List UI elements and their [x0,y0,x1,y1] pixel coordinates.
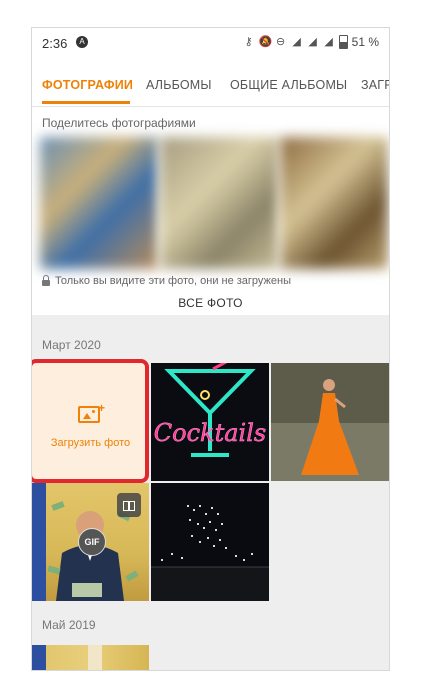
night-city-image [151,483,269,601]
phone-screen: 2:36 A ⚷ 🔕 ⊖ ◢ ◢ ◢ 51 % ФОТОГРАФИИ АЛЬБО… [32,28,389,670]
notification-icon: A [76,36,88,48]
gift-icon[interactable] [117,493,141,517]
dnd-icon: ⊖ [276,36,286,48]
photo-tile[interactable] [271,363,389,481]
photo-tile[interactable] [151,483,269,601]
neon-cocktail-image: Cocktails [154,363,266,457]
all-photos-button[interactable]: ВСЕ ФОТО [32,296,389,310]
status-time: 2:36 [42,36,68,51]
tab-photos[interactable]: ФОТОГРАФИИ [42,78,133,92]
tab-uploads[interactable]: ЗАГР [361,78,389,92]
woman-orange-dress-image [271,363,389,481]
neon-sign-text: Cocktails [154,419,266,447]
battery-percent: 51 % [351,35,379,49]
blurred-photo[interactable] [160,137,278,269]
photo-tile[interactable]: Cocktails [151,363,269,481]
lock-icon [42,274,50,286]
partial-photo-image [32,645,102,670]
device-photos-preview[interactable] [36,137,389,269]
blurred-photo[interactable] [40,137,158,269]
highlight-frame [32,359,149,483]
gif-tile[interactable]: GIF [32,483,149,601]
tab-shared-albums[interactable]: ОБЩИЕ АЛЬБОМЫ [230,78,347,92]
battery-icon [338,35,348,49]
share-title: Поделитесь фотографиями [42,116,196,130]
photo-tile[interactable] [32,645,149,670]
tab-albums[interactable]: АЛЬБОМЫ [146,78,212,92]
private-notice-text: Только вы видите эти фото, они не загруж… [55,275,292,287]
active-tab-indicator [42,101,130,104]
key-icon: ⚷ [244,36,253,48]
mute-icon: 🔕 [258,36,273,48]
status-bar: 2:36 A ⚷ 🔕 ⊖ ◢ ◢ ◢ 51 % [32,28,389,58]
signal-icon: ◢ [308,36,317,48]
status-icons: ⚷ 🔕 ⊖ ◢ ◢ ◢ 51 % [243,35,379,49]
section-month: Май 2019 [42,618,96,632]
gif-badge: GIF [78,528,106,556]
section-month: Март 2020 [42,338,101,352]
private-notice: Только вы видите эти фото, они не загруж… [42,274,292,287]
wifi-icon: ◢ [292,36,301,48]
share-photos-card: Поделитесь фотографиями Только вы видите… [32,107,389,315]
signal-icon-2: ◢ [324,36,333,48]
tab-bar: ФОТОГРАФИИ АЛЬБОМЫ ОБЩИЕ АЛЬБОМЫ ЗАГР [32,58,389,107]
blurred-photo[interactable] [280,137,388,269]
